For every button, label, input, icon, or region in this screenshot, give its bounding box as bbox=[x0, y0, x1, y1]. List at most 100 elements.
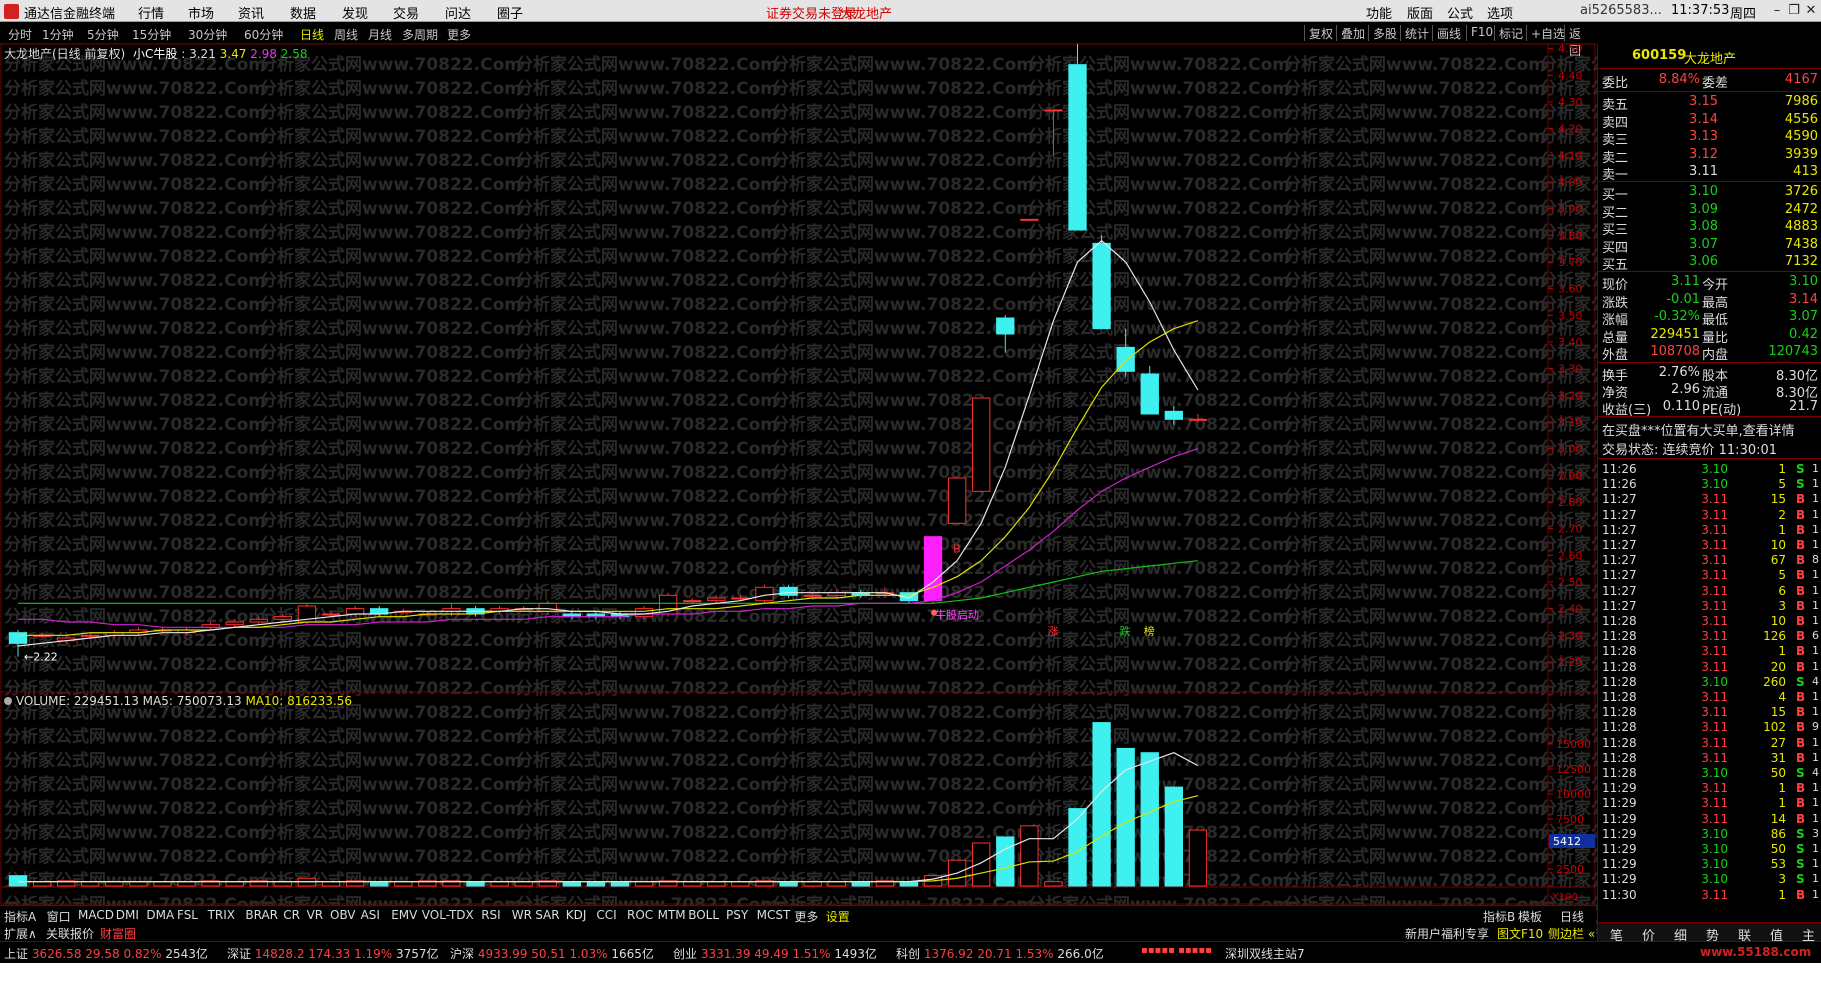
toolbar-button[interactable]: F10 bbox=[1466, 25, 1497, 41]
menu-item[interactable]: 问达 bbox=[445, 3, 471, 22]
indicator-v2: 3.47 bbox=[219, 47, 247, 61]
period-tab[interactable]: 1分钟 bbox=[42, 26, 74, 43]
tick-row: 11:28 3.11 27 B 1 bbox=[1598, 736, 1821, 751]
toolbar-button[interactable]: 统计 bbox=[1400, 25, 1433, 41]
menu-right-item[interactable]: 功能 bbox=[1366, 3, 1392, 22]
tick-qty: 3 bbox=[1778, 872, 1786, 887]
tick-qty: 1 bbox=[1778, 644, 1786, 659]
indicator-tab[interactable]: CR bbox=[283, 908, 300, 922]
period-tab[interactable]: 月线 bbox=[368, 26, 392, 43]
indicator-tab[interactable]: WR bbox=[512, 908, 532, 922]
tick-side: B bbox=[1796, 492, 1806, 507]
toolbar-button[interactable]: 返回 bbox=[1564, 25, 1596, 58]
toolbar-button[interactable]: 叠加 bbox=[1336, 25, 1369, 41]
period-tab[interactable]: 周线 bbox=[334, 26, 358, 43]
menu-right-item[interactable]: 版面 bbox=[1407, 3, 1433, 22]
bid-row: 买五 3.06 7132 bbox=[1598, 254, 1821, 273]
stat2-row: 净资 2.96 流通 8.30亿 bbox=[1598, 382, 1821, 401]
toolbar-button[interactable]: 画线 bbox=[1432, 25, 1465, 41]
indicator-tab[interactable]: TRIX bbox=[208, 908, 235, 922]
candle-body bbox=[225, 621, 244, 626]
volume-bar bbox=[1140, 752, 1159, 887]
index-quote[interactable]: 创业 3331.39 49.49 1.51% 1493亿 bbox=[673, 945, 877, 962]
tick-price: 3.11 bbox=[1701, 720, 1728, 735]
tick-time: 11:28 bbox=[1602, 750, 1637, 765]
menu-right-item[interactable]: 选项 bbox=[1487, 3, 1513, 22]
tick-price: 3.11 bbox=[1701, 887, 1728, 902]
bid-row-volume: 2472 bbox=[1784, 201, 1818, 217]
big-order-notice[interactable]: 在买盘***位置有大买单,查看详情 bbox=[1602, 420, 1795, 439]
index-value: 4933.99 bbox=[474, 947, 528, 961]
index-quote[interactable]: 沪深 4933.99 50.51 1.03% 1665亿 bbox=[450, 945, 654, 962]
index-quote[interactable]: 上证 3626.58 29.58 0.82% 2543亿 bbox=[4, 945, 208, 962]
period-tab[interactable]: 15分钟 bbox=[132, 26, 171, 43]
indicator-tab[interactable]: VR bbox=[307, 908, 324, 922]
clock: 11:37:53 bbox=[1671, 3, 1730, 18]
indicator-tab[interactable]: CCI bbox=[596, 908, 616, 922]
indicator-tab[interactable]: MACD bbox=[78, 908, 114, 922]
period-tab[interactable]: 30分钟 bbox=[188, 26, 227, 43]
tick-side: B bbox=[1796, 750, 1806, 765]
close-button[interactable]: ✕ bbox=[1800, 1, 1821, 21]
period-tab[interactable]: 日线 bbox=[300, 26, 324, 43]
toolbar-button[interactable]: 多股 bbox=[1368, 25, 1401, 41]
indicator-tab[interactable]: EMV bbox=[391, 908, 417, 922]
toolbar-button[interactable]: 标记 bbox=[1494, 25, 1527, 41]
tick-row: 11:27 3.11 6 B 1 bbox=[1598, 584, 1821, 599]
indicator-tab[interactable]: MTM bbox=[658, 908, 686, 922]
menu-item[interactable]: 发现 bbox=[342, 3, 368, 22]
period-tab[interactable]: 5分钟 bbox=[87, 26, 119, 43]
menu-item[interactable]: 行情 bbox=[138, 3, 164, 22]
menu-item[interactable]: 交易 bbox=[393, 3, 419, 22]
kline-chart[interactable]: 4.604.504.404.304.204.104.003.903.803.70… bbox=[0, 44, 1596, 940]
tick-qty: 15 bbox=[1770, 705, 1786, 720]
indicator-tab[interactable]: FSL bbox=[177, 908, 198, 922]
tick-price: 3.11 bbox=[1701, 553, 1728, 568]
sidebar-toggle[interactable]: 侧边栏 « bbox=[1548, 925, 1595, 942]
tick-time: 11:27 bbox=[1602, 522, 1637, 537]
toolbar-button[interactable]: 复权 bbox=[1304, 25, 1337, 41]
indicator-tab[interactable]: RSI bbox=[481, 908, 501, 922]
stat2-row-value-a: 2.96 bbox=[1671, 382, 1700, 397]
tick-row: 11:27 3.11 10 B 1 bbox=[1598, 538, 1821, 553]
candle-body bbox=[1140, 373, 1159, 415]
user-account[interactable]: ai5265583... bbox=[1580, 3, 1662, 18]
indicator-tab[interactable]: BRAR bbox=[245, 908, 278, 922]
server-name[interactable]: 深圳双线主站7 bbox=[1225, 945, 1305, 962]
indicator-tab[interactable]: BOLL bbox=[688, 908, 719, 922]
indicator-tab[interactable]: VOL-TDX bbox=[422, 908, 474, 922]
menu-item[interactable]: 圈子 bbox=[497, 3, 523, 22]
indicator-tab[interactable]: KDJ bbox=[566, 908, 587, 922]
indicator-tab[interactable]: DMI bbox=[116, 908, 139, 922]
period-tab[interactable]: 多周期 bbox=[402, 26, 438, 43]
menu-item[interactable]: 数据 bbox=[290, 3, 316, 22]
ad-link[interactable]: 新用户福利专享 bbox=[1405, 925, 1489, 942]
volume-tick-label: 7500 bbox=[1556, 813, 1584, 826]
menu-item[interactable]: 市场 bbox=[188, 3, 214, 22]
notice-row[interactable]: 在买盘***位置有大买单,查看详情 bbox=[1598, 420, 1821, 439]
extension-tab[interactable]: 财富圈 bbox=[100, 925, 136, 942]
indicator-tab[interactable]: SAR bbox=[535, 908, 559, 922]
extension-tab[interactable]: 关联报价 bbox=[46, 925, 94, 942]
index-quote[interactable]: 科创 1376.92 20.71 1.53% 266.0亿 bbox=[896, 945, 1104, 962]
extension-tab[interactable]: 扩展∧ bbox=[4, 925, 37, 942]
menu-right-item[interactable]: 公式 bbox=[1447, 3, 1473, 22]
indicator-tab[interactable]: PSY bbox=[726, 908, 748, 922]
menu-item[interactable]: 资讯 bbox=[238, 3, 264, 22]
indicator-tab[interactable]: OBV bbox=[330, 908, 356, 922]
period-tab[interactable]: 更多 bbox=[447, 26, 471, 43]
toolbar-button[interactable]: +自选 bbox=[1526, 25, 1569, 41]
indicator-tab[interactable]: DMA bbox=[146, 908, 174, 922]
tick-time: 11:29 bbox=[1602, 872, 1637, 887]
tick-qty: 86 bbox=[1770, 826, 1786, 841]
f10-link[interactable]: 图文F10 bbox=[1497, 925, 1543, 942]
tick-time: 11:27 bbox=[1602, 538, 1637, 552]
indicator-tab[interactable]: ROC bbox=[627, 908, 653, 922]
period-tab[interactable]: 60分钟 bbox=[244, 26, 283, 43]
index-quote[interactable]: 深证 14828.2 174.33 1.19% 3757亿 bbox=[227, 945, 439, 962]
indicator-tab[interactable]: ASI bbox=[361, 908, 380, 922]
chart-title: 大龙地产(日线 前复权) bbox=[4, 47, 126, 61]
tick-row: 11:28 3.11 1 B 1 bbox=[1598, 644, 1821, 659]
indicator-tab[interactable]: MCST bbox=[757, 908, 791, 922]
period-tab[interactable]: 分时 bbox=[8, 26, 32, 43]
